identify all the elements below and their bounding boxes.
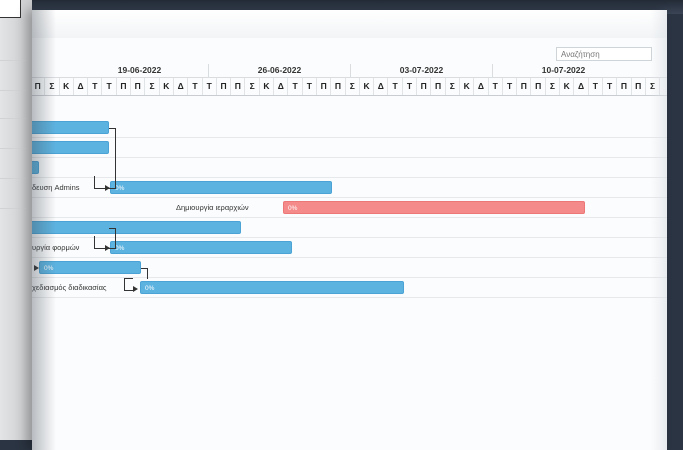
day-cell: Τ — [603, 78, 618, 95]
day-cell: Κ — [260, 78, 275, 95]
week-label: 10-07-2022 — [541, 65, 586, 75]
day-cell: Π — [532, 78, 546, 95]
week-label: 03-07-2022 — [399, 65, 444, 75]
task-progress: 0% — [44, 265, 54, 272]
window-right-edge — [651, 10, 667, 450]
day-cell: Δ — [374, 78, 389, 95]
task-bar[interactable]: 0% — [283, 201, 585, 214]
day-cell: Τ — [103, 78, 117, 95]
day-cell: Π — [617, 78, 632, 95]
task-label: δευση Admins — [32, 183, 80, 192]
task-row[interactable]: υργία φορμών 0% — [32, 238, 667, 258]
days-row: ΠΣΚΔΤΤΠΠΣΚΔΤΤΠΠΣΚΔΤΤΠΠΣΚΔΤΤΠΠΣΚΔΤΤΠΠΣΚΔΤ… — [32, 77, 667, 96]
day-cell: Π — [231, 78, 246, 95]
day-cell: Π — [117, 78, 132, 95]
day-cell: Δ — [574, 78, 589, 95]
dependency-arrow-icon — [34, 265, 39, 271]
day-cell: Δ — [474, 78, 489, 95]
day-cell: Κ — [460, 78, 475, 95]
background-window — [0, 0, 32, 440]
day-cell: Τ — [288, 78, 303, 95]
day-cell: Π — [217, 78, 232, 95]
task-bar[interactable]: 0% — [39, 261, 141, 274]
week-divider — [208, 64, 209, 77]
task-progress: 0% — [115, 185, 125, 192]
task-bar[interactable] — [32, 221, 241, 234]
day-cell: Π — [331, 78, 346, 95]
day-cell: Σ — [446, 78, 460, 95]
dependency-arrow-icon — [105, 185, 110, 191]
gantt-window: 19-06-2022 26-06-2022 03-07-2022 10-07-2… — [32, 10, 667, 450]
task-label: υργία φορμών — [32, 243, 80, 252]
day-cell: Κ — [560, 78, 575, 95]
day-cell: Τ — [188, 78, 203, 95]
task-row[interactable]: 0% — [32, 258, 667, 278]
day-cell: Τ — [203, 78, 217, 95]
task-row[interactable]: δευση Admins 0% — [32, 178, 667, 198]
day-cell: Σ — [246, 78, 260, 95]
day-cell: Τ — [503, 78, 518, 95]
task-progress: 0% — [288, 205, 298, 212]
week-label: 26-06-2022 — [257, 65, 302, 75]
day-cell: Τ — [589, 78, 603, 95]
task-bar[interactable]: 0% — [110, 241, 292, 254]
day-cell: Κ — [160, 78, 174, 95]
task-bar[interactable] — [32, 161, 39, 174]
day-cell: Κ — [60, 78, 74, 95]
day-cell: Τ — [389, 78, 403, 95]
task-row[interactable]: Δημιουργία ιεραρχιών 0% — [32, 198, 667, 218]
day-cell: Κ — [360, 78, 375, 95]
day-cell: Δ — [274, 78, 289, 95]
day-cell: Π — [131, 78, 146, 95]
task-label: χεδιασμός διαδικασίας — [32, 283, 107, 292]
task-bar[interactable]: 0% — [140, 281, 404, 294]
day-cell: Π — [32, 78, 46, 95]
task-row[interactable] — [32, 158, 667, 178]
dependency-connector — [141, 268, 148, 279]
task-label: Δημιουργία ιεραρχιών — [176, 203, 249, 212]
day-cell: Π — [317, 78, 332, 95]
day-cell: Σ — [346, 78, 360, 95]
day-cell: Π — [431, 78, 446, 95]
background-dialog — [0, 0, 21, 18]
day-cell: Τ — [489, 78, 503, 95]
day-cell: Τ — [88, 78, 103, 95]
day-cell: Π — [517, 78, 532, 95]
day-cell: Σ — [45, 78, 60, 95]
task-row[interactable] — [32, 118, 667, 138]
day-cell: Δ — [174, 78, 189, 95]
day-cell: Σ — [546, 78, 561, 95]
dependency-arrow-icon — [105, 245, 110, 251]
week-label: 19-06-2022 — [117, 65, 162, 75]
window-titlebar — [32, 10, 667, 38]
task-bar[interactable] — [32, 141, 109, 154]
day-cell: Τ — [403, 78, 418, 95]
week-divider — [492, 64, 493, 77]
task-row[interactable] — [32, 138, 667, 158]
task-bar[interactable]: 0% — [110, 181, 332, 194]
day-cell: Σ — [145, 78, 160, 95]
task-progress: 0% — [145, 285, 155, 292]
day-cell: Π — [417, 78, 432, 95]
task-bar[interactable] — [32, 121, 109, 134]
week-divider — [350, 64, 351, 77]
day-cell: Τ — [303, 78, 317, 95]
task-progress: 0% — [115, 245, 125, 252]
timeline-header: 19-06-2022 26-06-2022 03-07-2022 10-07-2… — [32, 64, 667, 102]
day-cell: Δ — [74, 78, 89, 95]
search-input[interactable] — [556, 47, 652, 61]
task-row[interactable] — [32, 218, 667, 238]
day-cell: Π — [632, 78, 646, 95]
dependency-arrow-icon — [133, 286, 138, 292]
